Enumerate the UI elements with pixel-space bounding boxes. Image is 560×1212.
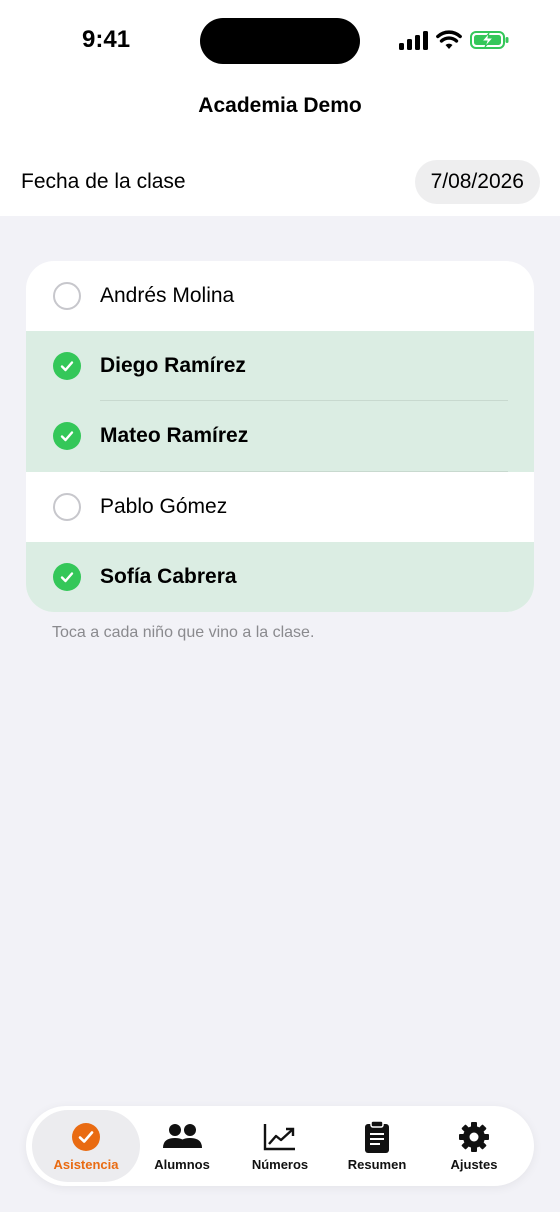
student-name: Mateo Ramírez <box>100 424 249 448</box>
dynamic-island <box>200 18 360 64</box>
student-row[interactable]: Pablo Gómez <box>26 472 534 542</box>
clipboard-icon <box>363 1120 391 1153</box>
student-row[interactable]: Andrés Molina <box>26 261 534 331</box>
battery-charging-icon <box>470 31 509 49</box>
gear-icon <box>458 1121 490 1153</box>
hint-text: Toca a cada niño que vino a la clase. <box>52 624 315 641</box>
chart-icon <box>263 1121 297 1153</box>
tab-label: Números <box>251 1157 309 1172</box>
status-icons <box>398 30 510 50</box>
tab-label: Resumen <box>347 1157 407 1172</box>
student-row[interactable]: Mateo Ramírez <box>26 401 534 472</box>
tab-ajustes[interactable]: Ajustes <box>424 1110 524 1182</box>
signal-icon <box>399 31 428 50</box>
student-name: Sofía Cabrera <box>100 564 237 588</box>
people-icon <box>161 1121 203 1153</box>
student-row[interactable]: Sofía Cabrera <box>26 541 534 612</box>
attendance-list: Andrés Molina Diego Ramírez Mateo Ramíre… <box>26 261 534 612</box>
student-row[interactable]: Diego Ramírez <box>26 331 534 402</box>
student-name: Pablo Gómez <box>100 494 228 518</box>
checkmark-circle-icon <box>71 1121 101 1153</box>
student-name: Diego Ramírez <box>100 354 246 378</box>
checkmark-circle-icon <box>53 352 81 381</box>
checkmark-circle-icon <box>53 562 81 591</box>
student-name: Andrés Molina <box>100 284 235 308</box>
unchecked-circle-icon <box>53 282 81 311</box>
page-title: Academia Demo <box>198 94 362 117</box>
tab-bar: Asistencia Alumnos Números Resumen Ajust… <box>26 1106 534 1186</box>
date-picker-button[interactable]: 7/08/2026 <box>414 160 540 204</box>
tab-asistencia[interactable]: Asistencia <box>32 1110 140 1182</box>
status-time: 9:41 <box>82 26 131 53</box>
wifi-icon <box>436 30 462 49</box>
tab-label: Asistencia <box>53 1157 119 1172</box>
tab-label: Ajustes <box>450 1157 498 1172</box>
tab-alumnos[interactable]: Alumnos <box>132 1110 232 1182</box>
header-area: 9:41 Academia Demo Fecha de la clase 7/0… <box>0 0 560 216</box>
tab-resumen[interactable]: Resumen <box>327 1110 427 1182</box>
unchecked-circle-icon <box>53 492 81 521</box>
checkmark-circle-icon <box>53 422 81 451</box>
date-row: Fecha de la clase 7/08/2026 <box>0 160 560 204</box>
tab-label: Alumnos <box>154 1157 210 1172</box>
date-label: Fecha de la clase <box>21 170 186 193</box>
tab-numeros[interactable]: Números <box>230 1110 330 1182</box>
